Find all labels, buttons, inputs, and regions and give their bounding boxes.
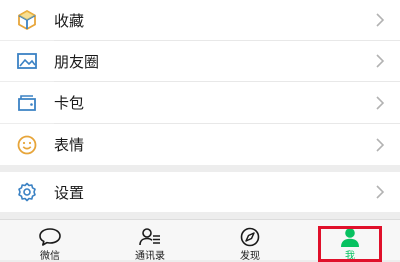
tab-contacts[interactable]: 通讯录	[100, 220, 200, 262]
chevron-right-icon	[374, 12, 386, 28]
menu-item-label: 朋友圈	[54, 52, 100, 71]
menu-item-label: 卡包	[54, 94, 85, 112]
tab-discover[interactable]: 发现	[200, 220, 300, 262]
menu-item-stickers[interactable]: 表情	[0, 124, 400, 165]
chevron-right-icon	[374, 53, 386, 69]
chevron-right-icon	[374, 184, 386, 200]
chat-bubble-icon	[37, 226, 63, 248]
menu-item-label: 设置	[54, 183, 85, 202]
menu-item-label: 表情	[54, 136, 85, 154]
menu-item-settings[interactable]: 设置	[0, 172, 400, 212]
chevron-right-icon	[374, 95, 386, 111]
highlight-box	[318, 226, 382, 262]
favorites-cube-icon	[16, 9, 38, 31]
menu-item-favorites[interactable]: 收藏	[0, 0, 400, 40]
menu-item-label: 收藏	[54, 11, 85, 30]
menu-item-moments[interactable]: 朋友圈	[0, 41, 400, 81]
compass-icon	[237, 226, 263, 248]
menu-item-card-wallet[interactable]: 卡包	[0, 82, 400, 123]
chevron-right-icon	[374, 137, 386, 153]
card-wallet-icon	[16, 92, 38, 114]
settings-gear-icon	[16, 181, 38, 203]
moments-picture-icon	[16, 50, 38, 72]
contacts-icon	[137, 226, 163, 248]
sticker-smile-icon	[16, 134, 38, 156]
tab-chats[interactable]: 微信	[0, 220, 100, 262]
